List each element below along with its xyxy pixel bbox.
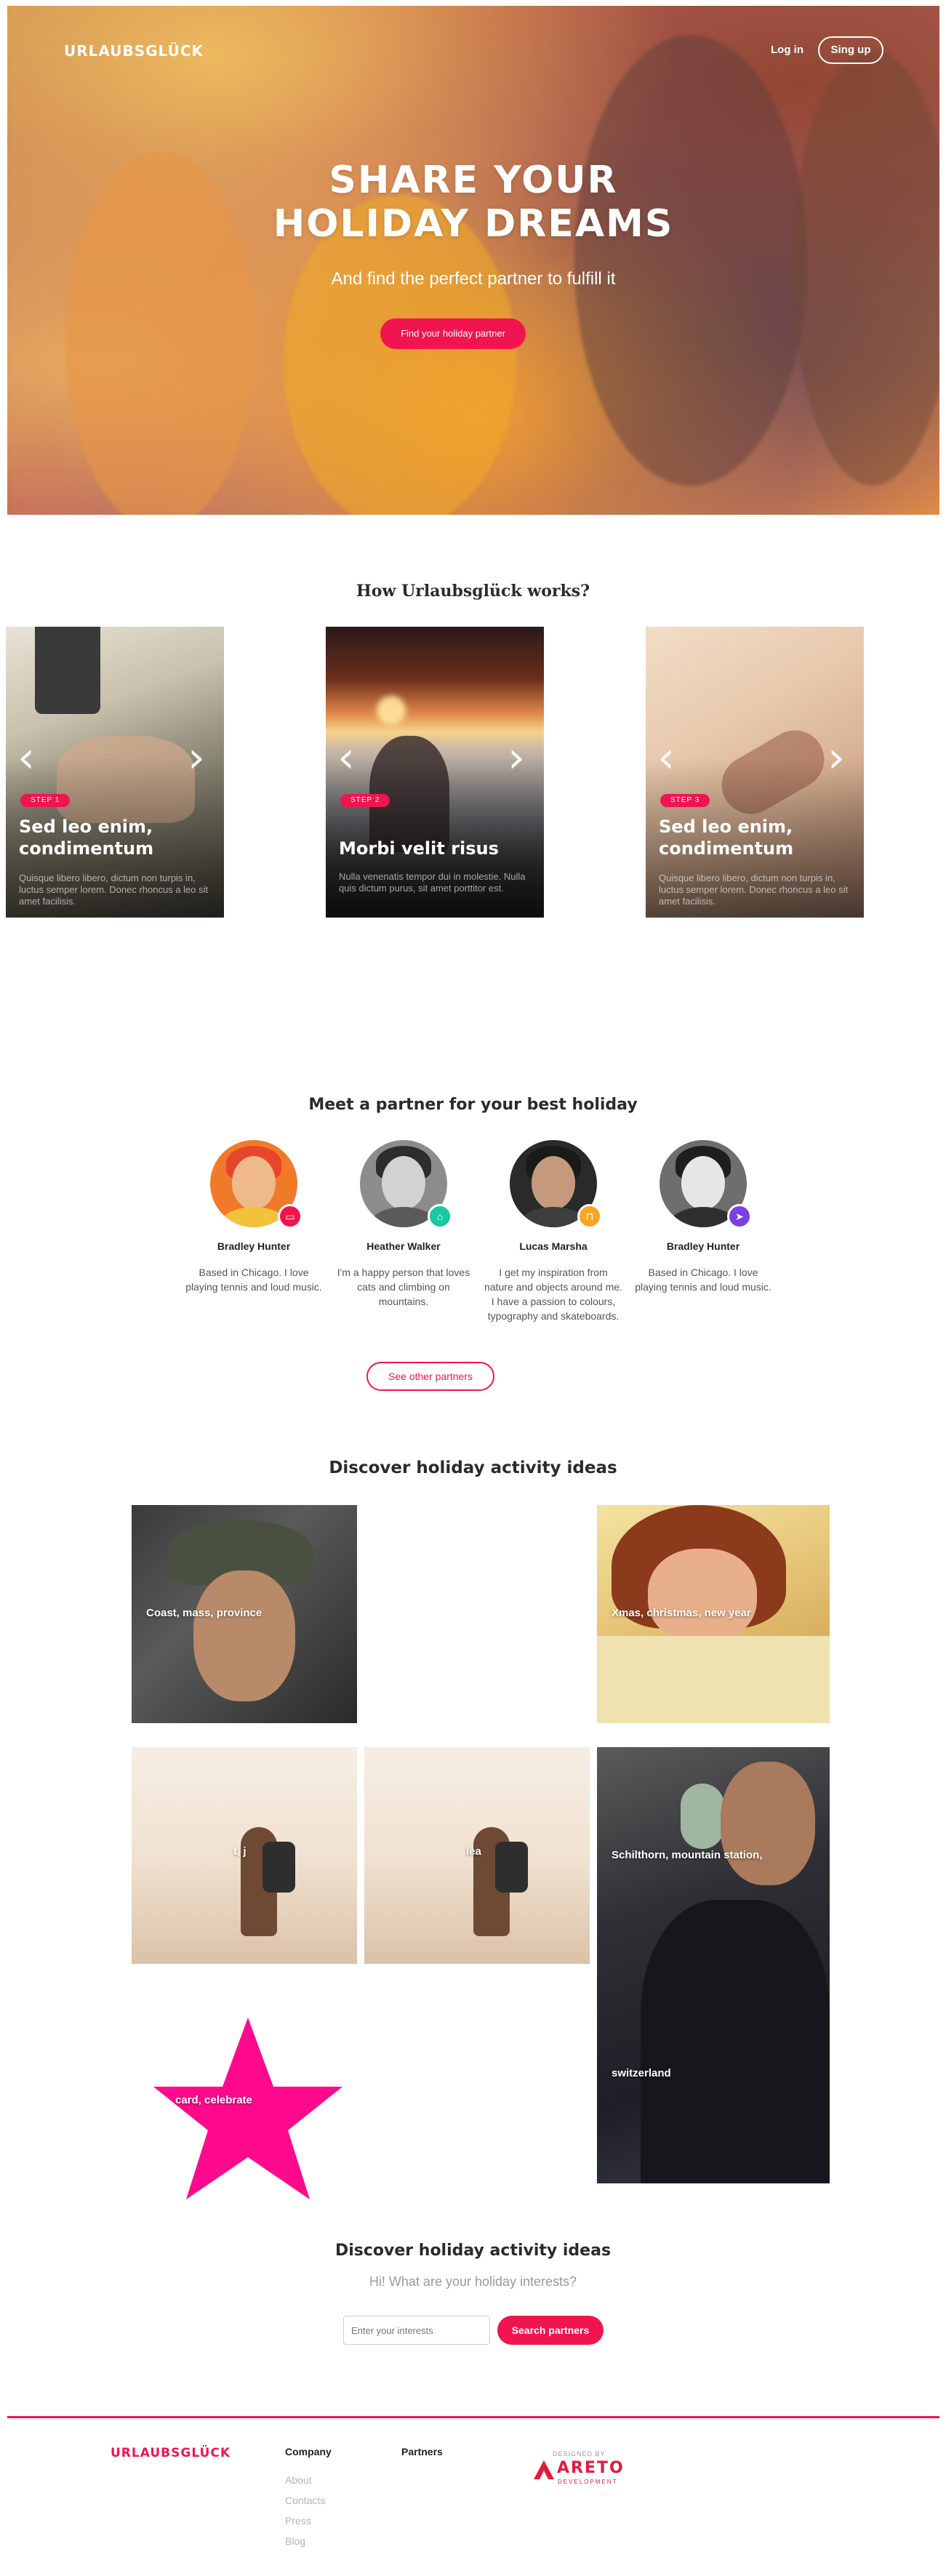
- home-icon: ⌂: [428, 1204, 452, 1229]
- partner-name: Heather Walker: [366, 1240, 441, 1252]
- step-text: Nulla venenatis tempor dui in molestie. …: [339, 871, 526, 894]
- step-badge: STEP 3: [660, 794, 710, 807]
- avatar-face: [532, 1156, 575, 1210]
- avatar-face: [681, 1156, 725, 1210]
- hero-subtitle: And find the perfect partner to fulfill …: [331, 269, 616, 289]
- tile-label: switzerland: [612, 2067, 671, 2079]
- lock-icon: ⊓: [577, 1204, 602, 1229]
- chevron-left-icon[interactable]: ‹: [17, 736, 35, 779]
- chevron-right-icon[interactable]: ›: [827, 736, 845, 779]
- activity-tile[interactable]: lea: [364, 1747, 590, 1964]
- discover-heading: Discover holiday activity ideas: [329, 1458, 617, 1477]
- send-icon: ➤: [727, 1204, 752, 1229]
- step-card[interactable]: ‹ › STEP 1 Sed leo enim, condimentum Qui…: [6, 627, 224, 918]
- step-badge: STEP 2: [340, 794, 390, 807]
- header-brand-logo[interactable]: URLAUBSGLÜCK: [64, 42, 204, 60]
- activity-tile[interactable]: card, celebrate: [132, 1996, 357, 2214]
- partner-description: Based in Chicago. I love playing tennis …: [185, 1267, 322, 1293]
- hero-banner: URLAUBSGLÜCK Log in Sing up SHARE YOUR H…: [7, 6, 939, 515]
- designer-name: ARETO: [557, 2459, 625, 2477]
- tile-photo-headset: [681, 1783, 724, 1849]
- hero-title: SHARE YOUR HOLIDAY DREAMS: [7, 159, 939, 246]
- partner-name: Lucas Marsha: [519, 1240, 588, 1252]
- tile-photo-backpack: [262, 1842, 295, 1893]
- tile-photo-face: [193, 1570, 295, 1701]
- partner-description: Based in Chicago. I love playing tennis …: [635, 1267, 771, 1293]
- step-title: Morbi velit risus: [339, 838, 499, 859]
- footer-divider: [7, 2416, 939, 2418]
- areto-logo-icon: [534, 2460, 554, 2479]
- tile-label: lea: [466, 1845, 481, 1858]
- activity-tile[interactable]: Coast, mass, province: [132, 1505, 357, 1723]
- tile-label: Xmas, christmas, new year: [612, 1607, 751, 1619]
- tile-label: t, j: [233, 1845, 246, 1858]
- partner-description: I get my inspiration from nature and obj…: [484, 1267, 622, 1322]
- chevron-left-icon[interactable]: ‹: [657, 736, 675, 779]
- footer-company-heading: Company: [285, 2446, 332, 2457]
- search-subtitle: Hi! What are your holiday interests?: [369, 2274, 577, 2289]
- tile-photo-face: [648, 1549, 757, 1643]
- chevron-left-icon[interactable]: ‹: [337, 736, 355, 779]
- tile-photo-cloth: [597, 1636, 830, 1723]
- hero-title-line: HOLIDAY DREAMS: [273, 202, 674, 246]
- tv-icon: ▭: [278, 1204, 302, 1229]
- footer-link-press[interactable]: Press: [285, 2515, 311, 2527]
- activity-tile[interactable]: t, j: [132, 1747, 357, 1964]
- step-card[interactable]: ‹ › STEP 2 Morbi velit risus Nulla venen…: [326, 627, 544, 918]
- step-card[interactable]: ‹ › STEP 3 Sed leo enim, condimentum Qui…: [646, 627, 864, 918]
- see-other-partners-button[interactable]: See other partners: [366, 1362, 494, 1391]
- designer-subtitle: DEVELOPMENT: [558, 2479, 618, 2485]
- activity-tile[interactable]: Schilthorn, mountain station, switzerlan…: [597, 1747, 830, 2183]
- signup-button[interactable]: Sing up: [818, 36, 883, 64]
- partner-name: Bradley Hunter: [217, 1240, 291, 1252]
- designed-by-label: DESIGNED BY: [553, 2450, 606, 2457]
- tile-photo-jacket: [641, 1900, 830, 2183]
- how-it-works-heading: How Urlaubsglück works?: [356, 582, 590, 601]
- footer-brand-logo[interactable]: URLAUBSGLÜCK: [111, 2446, 231, 2460]
- step-title: Sed leo enim, condimentum: [19, 816, 154, 859]
- chevron-right-icon[interactable]: ›: [508, 736, 525, 779]
- tile-label: Schilthorn, mountain station,: [612, 1849, 763, 1861]
- tile-label: Coast, mass, province: [146, 1607, 262, 1619]
- avatar-face: [232, 1156, 276, 1210]
- footer-link-about[interactable]: About: [285, 2474, 312, 2486]
- step-title: Sed leo enim, condimentum: [659, 816, 794, 859]
- tile-label: card, celebrate: [175, 2094, 252, 2106]
- footer-link-blog[interactable]: Blog: [285, 2535, 305, 2547]
- chevron-right-icon[interactable]: ›: [188, 736, 205, 779]
- hero-photo-person: [574, 35, 807, 486]
- partner-description: I'm a happy person that loves cats and c…: [337, 1267, 470, 1307]
- tile-photo-face: [721, 1762, 815, 1885]
- step-badge: STEP 1: [20, 794, 71, 807]
- find-partner-button[interactable]: Find your holiday partner: [380, 318, 526, 349]
- step-text: Quisque libero libero, dictum non turpis…: [659, 872, 849, 907]
- tile-photo-backpack: [495, 1842, 528, 1893]
- hero-title-line: SHARE YOUR: [329, 159, 618, 202]
- search-heading: Discover holiday activity ideas: [334, 2242, 612, 2260]
- step-text: Quisque libero libero, dictum non turpis…: [19, 872, 209, 907]
- interests-input[interactable]: [343, 2316, 490, 2345]
- avatar-face: [382, 1156, 425, 1210]
- activity-tile[interactable]: Xmas, christmas, new year: [597, 1505, 830, 1723]
- footer-partners-heading[interactable]: Partners: [401, 2446, 443, 2457]
- partner-name: Bradley Hunter: [666, 1240, 740, 1252]
- search-partners-button[interactable]: Search partners: [497, 2316, 604, 2345]
- footer-link-contacts[interactable]: Contacts: [285, 2495, 325, 2506]
- login-link[interactable]: Log in: [771, 44, 803, 56]
- partners-heading: Meet a partner for your best holiday: [308, 1096, 638, 1114]
